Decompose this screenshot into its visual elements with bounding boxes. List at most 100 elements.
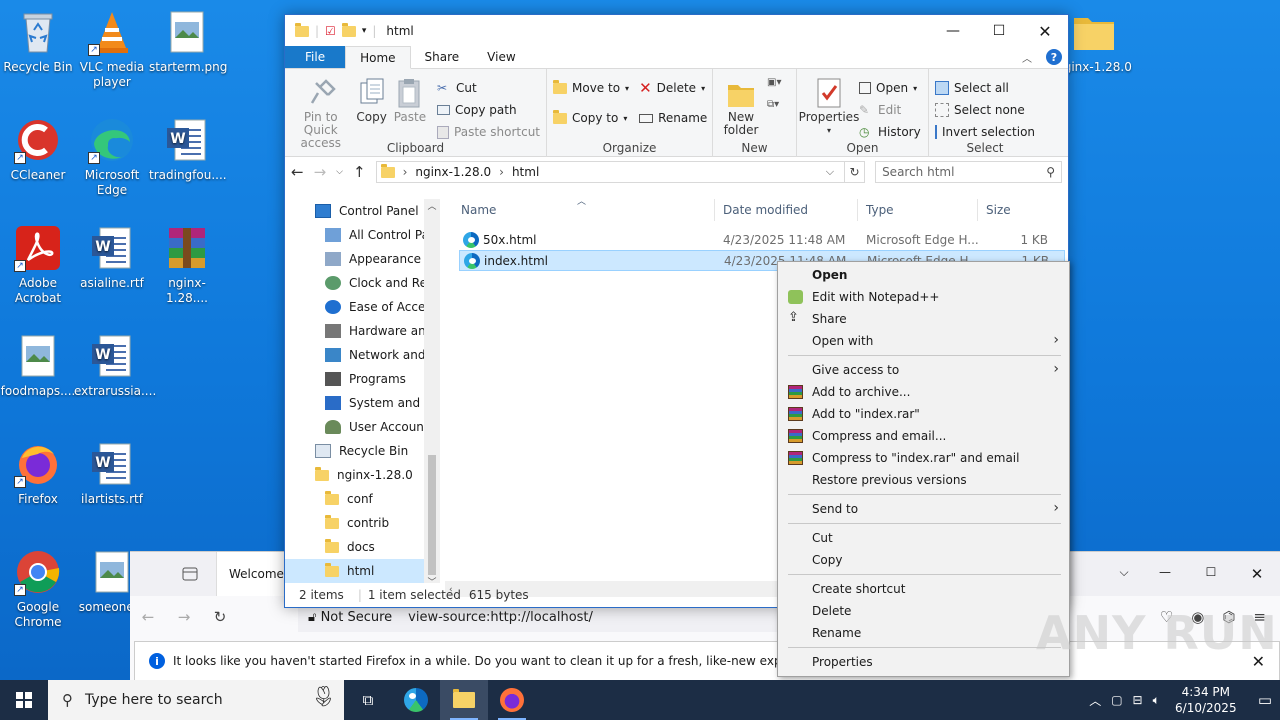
notifications-icon[interactable]: ▭ xyxy=(1258,691,1272,709)
nav-item-appearance[interactable]: Appearance an xyxy=(285,247,440,271)
menu-item-open[interactable]: Open xyxy=(778,264,1069,286)
close-notice-icon[interactable]: ✕ xyxy=(1252,652,1265,671)
account-icon[interactable]: ◉ xyxy=(1191,608,1204,626)
address-bar[interactable]: › nginx-1.28.0 › html ⌵ ↻ xyxy=(375,161,866,183)
menu-item-add-rar[interactable]: Add to "index.rar" xyxy=(778,403,1069,425)
breadcrumb-html[interactable]: html xyxy=(512,165,539,179)
desktop-icon-ccleaner[interactable]: ↗ CCleaner xyxy=(0,116,76,183)
rename-button[interactable]: Rename xyxy=(639,107,707,129)
new-item-icon[interactable]: ▣▾ xyxy=(767,77,781,99)
desktop-icon-adobe-acrobat[interactable]: ↗ Adobe Acrobat xyxy=(0,224,76,306)
edit-button[interactable]: ✎ Edit xyxy=(859,99,921,121)
move-to-button[interactable]: Move to ▾ xyxy=(553,77,629,99)
tab-home[interactable]: Home xyxy=(345,46,411,69)
desktop-icon-nginx-archive[interactable]: nginx-1.28.... xyxy=(149,224,225,306)
file-row[interactable]: 50x.html 4/23/2025 11:48 AM Microsoft Ed… xyxy=(459,229,1065,250)
menu-item-add-archive[interactable]: Add to archive... xyxy=(778,381,1069,403)
task-view-button[interactable]: ⧉ xyxy=(344,680,392,720)
maximize-icon[interactable]: ☐ xyxy=(1188,565,1234,583)
column-date[interactable]: Date modified xyxy=(715,199,858,221)
menu-item-create-shortcut[interactable]: Create shortcut xyxy=(778,578,1069,600)
desktop-icon-firefox[interactable]: ↗ Firefox xyxy=(0,440,76,507)
nav-item-recycle-bin[interactable]: Recycle Bin xyxy=(285,439,440,463)
menu-item-compress-email[interactable]: Compress and email... xyxy=(778,425,1069,447)
menu-item-edit-notepadpp[interactable]: Edit with Notepad++ xyxy=(778,286,1069,308)
chevron-down-icon[interactable]: ⌵ xyxy=(1106,565,1142,583)
scroll-up-icon[interactable]: ︿ xyxy=(424,199,440,215)
reload-icon[interactable]: ↻ xyxy=(202,608,238,626)
nav-item-all-control-panel[interactable]: All Control Par xyxy=(285,223,440,247)
tray-overflow-icon[interactable]: ︿ xyxy=(1089,692,1101,709)
desktop-icon-vlc[interactable]: ↗ VLC media player xyxy=(74,8,150,90)
column-type[interactable]: Type xyxy=(858,199,978,221)
refresh-icon[interactable]: ↻ xyxy=(844,162,864,182)
desktop-icon-starterm[interactable]: starterm.png xyxy=(149,8,227,75)
taskbar-clock[interactable]: 4:34 PM 6/10/2025 xyxy=(1170,684,1242,716)
nav-item-control-panel[interactable]: Control Panel xyxy=(285,199,440,223)
delete-button[interactable]: ✕ Delete ▾ xyxy=(639,77,707,99)
copy-button[interactable]: Copy xyxy=(355,73,389,150)
search-box[interactable]: Search html ⚲ xyxy=(875,161,1062,183)
tab-share[interactable]: Share xyxy=(411,46,474,68)
menu-item-properties[interactable]: Properties xyxy=(778,651,1069,673)
help-icon[interactable]: ? xyxy=(1046,49,1062,65)
taskbar-search-box[interactable]: ⚲ Type here to search 🌷︎ xyxy=(48,680,344,720)
new-folder-button[interactable]: New folder xyxy=(719,73,763,137)
menu-icon[interactable]: ≡ xyxy=(1253,608,1266,626)
desktop-icon-extrarussia[interactable]: W extrarussia.... xyxy=(74,332,156,399)
network-icon[interactable]: ⊟ xyxy=(1133,693,1143,707)
desktop-icon-microsoft-edge[interactable]: ↗ Microsoft Edge xyxy=(74,116,150,198)
nav-item-contrib[interactable]: contrib xyxy=(285,511,440,535)
breadcrumb-nginx[interactable]: nginx-1.28.0 xyxy=(415,165,491,179)
menu-item-open-with[interactable]: Open with › xyxy=(778,330,1069,352)
pin-quick-access-button[interactable]: Pin to Quick access xyxy=(291,73,351,150)
open-button[interactable]: Open ▾ xyxy=(859,77,921,99)
menu-item-restore-versions[interactable]: Restore previous versions xyxy=(778,469,1069,491)
firefox-view-icon[interactable] xyxy=(170,552,210,596)
tab-file[interactable]: File xyxy=(285,46,346,68)
history-button[interactable]: ◷ History xyxy=(859,121,921,143)
easy-access-icon[interactable]: ⧉▾ xyxy=(767,99,781,121)
copy-to-button[interactable]: Copy to ▾ xyxy=(553,107,629,129)
nav-item-conf[interactable]: conf xyxy=(285,487,440,511)
taskbar-file-explorer-button[interactable] xyxy=(440,680,488,720)
close-icon[interactable]: ✕ xyxy=(1022,15,1068,47)
menu-item-share[interactable]: ⇪ Share xyxy=(778,308,1069,330)
nav-item-hardware[interactable]: Hardware and S xyxy=(285,319,440,343)
customize-dropdown-icon[interactable]: ▾ xyxy=(362,26,367,36)
nav-item-clock-region[interactable]: Clock and Regi xyxy=(285,271,440,295)
recent-locations-icon[interactable]: ⌵ xyxy=(336,167,343,177)
new-folder-icon[interactable] xyxy=(341,22,356,37)
nav-scrollbar[interactable]: ︿ ﹀ xyxy=(424,199,440,588)
minimize-icon[interactable]: — xyxy=(930,15,976,47)
paste-shortcut-button[interactable]: Paste shortcut xyxy=(437,121,540,143)
desktop-icon-google-chrome[interactable]: ↗ Google Chrome xyxy=(0,548,76,630)
nav-item-docs[interactable]: docs xyxy=(285,535,440,559)
minimize-icon[interactable]: — xyxy=(1142,565,1188,583)
nav-item-system-security[interactable]: System and Se xyxy=(285,391,440,415)
close-icon[interactable]: ✕ xyxy=(1234,565,1280,583)
forward-icon[interactable]: → xyxy=(166,608,202,626)
menu-item-rename[interactable]: Rename xyxy=(778,622,1069,644)
tab-view[interactable]: View xyxy=(473,46,529,68)
volume-icon[interactable]: 🔈︎ xyxy=(1153,693,1160,708)
copy-path-button[interactable]: Copy path xyxy=(437,99,540,121)
tray-device-icon[interactable]: ▢ xyxy=(1111,693,1122,707)
menu-item-cut[interactable]: Cut xyxy=(778,527,1069,549)
back-arrow-icon[interactable]: ← xyxy=(291,163,304,181)
desktop-icon-asialine[interactable]: W asialine.rtf xyxy=(74,224,150,291)
up-arrow-icon[interactable]: ↑ xyxy=(353,163,366,181)
menu-item-give-access[interactable]: Give access to › xyxy=(778,359,1069,381)
desktop-icon-ilartists[interactable]: W ilartists.rtf xyxy=(74,440,150,507)
column-size[interactable]: Size xyxy=(978,199,1056,221)
column-name[interactable]: Name ︿ xyxy=(453,197,715,221)
cut-button[interactable]: ✂ Cut xyxy=(437,77,540,99)
taskbar-edge-button[interactable] xyxy=(392,680,440,720)
menu-item-delete[interactable]: Delete xyxy=(778,600,1069,622)
nav-item-nginx[interactable]: nginx-1.28.0 xyxy=(285,463,440,487)
nav-item-network[interactable]: Network and Ir xyxy=(285,343,440,367)
properties-check-icon[interactable]: ☑ xyxy=(325,24,336,38)
select-none-button[interactable]: Select none xyxy=(935,99,1035,121)
back-icon[interactable]: ← xyxy=(130,608,166,626)
desktop-icon-foodmaps[interactable]: foodmaps.... xyxy=(0,332,76,399)
